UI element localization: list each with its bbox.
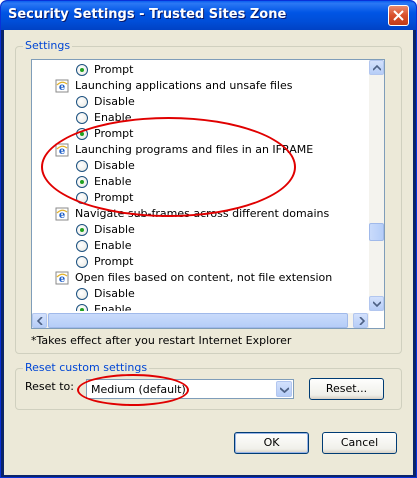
setting-option[interactable]: Disable	[32, 286, 367, 302]
setting-option-label: Prompt	[94, 127, 134, 140]
reset-group-label: Reset custom settings	[23, 361, 150, 374]
security-settings-window: Security Settings - Trusted Sites Zone S…	[0, 0, 417, 478]
radio-checked[interactable]	[76, 304, 88, 311]
setting-option-label: Disable	[94, 223, 135, 236]
window-title: Security Settings - Trusted Sites Zone	[8, 7, 287, 22]
setting-option-label: Enable	[94, 303, 132, 311]
settings-list: Prompt e Launching applications and unsafe…	[32, 60, 367, 311]
chevron-right-icon	[359, 317, 365, 325]
setting-category-label: Navigate sub-frames across different dom…	[75, 207, 330, 220]
setting-option[interactable]: Disable	[32, 222, 367, 238]
settings-listbox[interactable]: Prompt e Launching applications and unsafe…	[31, 59, 385, 329]
setting-option-label: Disable	[94, 287, 135, 300]
reset-level-dropdown[interactable]: Medium (default)	[86, 379, 294, 399]
radio-unchecked[interactable]	[76, 256, 88, 268]
setting-category-label: Open files based on content, not file ex…	[75, 271, 333, 284]
ie-icon: e	[55, 207, 69, 221]
setting-category-label: Launching programs and files in an IFRAM…	[75, 143, 314, 156]
radio-checked[interactable]	[76, 224, 88, 236]
radio-unchecked[interactable]	[76, 288, 88, 300]
setting-option[interactable]: Prompt	[32, 190, 367, 206]
setting-option-label: Disable	[94, 159, 135, 172]
setting-option[interactable]: Prompt	[32, 126, 367, 142]
setting-option-label: Disable	[94, 95, 135, 108]
setting-option[interactable]: Enable	[32, 302, 367, 311]
scroll-thumb[interactable]	[369, 223, 384, 241]
chevron-up-icon	[373, 65, 381, 71]
reset-level-value: Medium (default)	[91, 383, 186, 396]
svg-text:e: e	[59, 82, 65, 93]
setting-option[interactable]: Enable	[32, 174, 367, 190]
vertical-scrollbar[interactable]	[369, 60, 384, 311]
setting-option-label: Enable	[94, 175, 132, 188]
setting-option[interactable]: Prompt	[32, 62, 367, 78]
radio-checked[interactable]	[76, 128, 88, 140]
setting-option[interactable]: Enable	[32, 110, 367, 126]
radio-unchecked[interactable]	[76, 240, 88, 252]
setting-option-label: Prompt	[94, 63, 134, 76]
scroll-right-button[interactable]	[353, 313, 368, 328]
chevron-down-icon	[280, 387, 289, 393]
setting-category[interactable]: e Launching applications and unsafe files	[32, 78, 367, 94]
svg-text:e: e	[59, 146, 65, 157]
setting-category[interactable]: e Open files based on content, not file e…	[32, 270, 367, 286]
setting-option[interactable]: Disable	[32, 94, 367, 110]
setting-option-label: Prompt	[94, 191, 134, 204]
horizontal-scrollbar[interactable]	[32, 313, 369, 328]
close-icon	[393, 10, 404, 21]
ok-button[interactable]: OK	[234, 432, 309, 454]
horizontal-scroll-thumb[interactable]	[48, 313, 348, 328]
radio-unchecked[interactable]	[76, 112, 88, 124]
setting-option-label: Prompt	[94, 255, 134, 268]
reset-to-label: Reset to:	[25, 380, 74, 393]
setting-option[interactable]: Prompt	[32, 254, 367, 270]
chevron-down-icon	[373, 301, 381, 307]
settings-group-label: Settings	[23, 39, 73, 52]
setting-option[interactable]: Enable	[32, 238, 367, 254]
setting-category[interactable]: e Launching programs and files in an IFRA…	[32, 142, 367, 158]
svg-text:e: e	[59, 274, 65, 285]
svg-text:e: e	[59, 210, 65, 221]
ie-icon: e	[55, 143, 69, 157]
radio-unchecked[interactable]	[76, 96, 88, 108]
title-bar[interactable]: Security Settings - Trusted Sites Zone	[1, 1, 416, 30]
ie-icon: e	[55, 79, 69, 93]
close-button[interactable]	[388, 5, 409, 26]
radio-checked[interactable]	[76, 64, 88, 76]
radio-checked[interactable]	[76, 176, 88, 188]
scroll-up-button[interactable]	[369, 60, 384, 75]
setting-option-label: Enable	[94, 239, 132, 252]
scroll-left-button[interactable]	[32, 313, 47, 328]
chevron-left-icon	[37, 317, 43, 325]
setting-category[interactable]: e Navigate sub-frames across different do…	[32, 206, 367, 222]
ie-icon: e	[55, 271, 69, 285]
cancel-button[interactable]: Cancel	[322, 432, 397, 454]
setting-option-label: Enable	[94, 111, 132, 124]
setting-category-label: Launching applications and unsafe files	[75, 79, 293, 92]
setting-option[interactable]: Disable	[32, 158, 367, 174]
scroll-down-button[interactable]	[369, 296, 384, 311]
dropdown-button[interactable]	[276, 381, 292, 397]
radio-unchecked[interactable]	[76, 192, 88, 204]
restart-note: *Takes effect after you restart Internet…	[31, 334, 292, 347]
reset-button[interactable]: Reset...	[309, 378, 384, 400]
radio-unchecked[interactable]	[76, 160, 88, 172]
